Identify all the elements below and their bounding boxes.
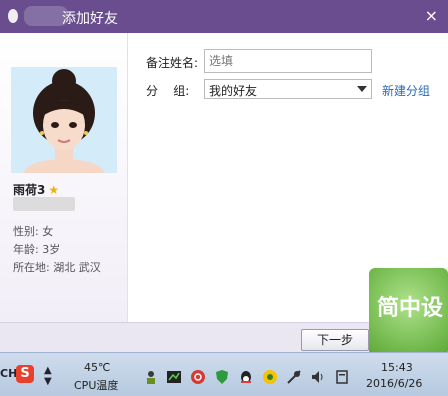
avatar: [11, 67, 117, 173]
watermark-text: 简中设: [376, 296, 443, 321]
remark-label: 备注姓名:: [146, 56, 199, 70]
cpu-temperature-label: CPU温度: [74, 379, 119, 392]
group-select[interactable]: 我的好友: [204, 79, 372, 99]
language-indicator[interactable]: CH: [0, 367, 17, 380]
taskbar: CH S ▲ ▼ 45℃ CPU温度 15:43 2016/6/26: [0, 352, 448, 396]
qq-penguin-icon: [8, 9, 18, 23]
tray-expand-icon[interactable]: ▲ ▼: [44, 365, 52, 387]
profile-gender: 性别: 女: [13, 225, 54, 238]
volume-icon[interactable]: [310, 369, 326, 385]
network-tray-icon[interactable]: [286, 369, 302, 385]
cpu-temperature: 45℃: [84, 361, 111, 374]
action-center-icon[interactable]: [334, 369, 350, 385]
title-bar: 添加好友 ×: [0, 0, 448, 33]
avatar-image: [11, 67, 117, 173]
new-group-link[interactable]: 新建分组: [382, 82, 430, 99]
remark-input[interactable]: [204, 49, 372, 73]
sogou-ime-icon[interactable]: S: [16, 365, 34, 383]
clock-date[interactable]: 2016/6/26: [366, 377, 422, 390]
monitor-tray-icon[interactable]: [166, 369, 182, 385]
clock-time[interactable]: 15:43: [381, 361, 413, 374]
group-select-value: 我的好友: [209, 84, 258, 98]
next-button[interactable]: 下一步: [301, 329, 369, 351]
window-title: 添加好友: [62, 11, 118, 27]
security-shield-icon[interactable]: [214, 369, 230, 385]
blurred-account: [13, 197, 75, 211]
profile-panel: 雨荷3 ★ 性别: 女 年龄: 3岁 所在地: 湖北 武汉: [0, 33, 128, 322]
close-icon[interactable]: ×: [425, 6, 438, 25]
user-tray-icon[interactable]: [143, 369, 159, 385]
app-tray-icon[interactable]: [262, 369, 278, 385]
profile-location: 所在地: 湖北 武汉: [13, 261, 101, 274]
chevron-down-icon[interactable]: [357, 86, 367, 92]
watermark-logo: 简中设: [369, 268, 448, 356]
qq-tray-icon[interactable]: [238, 369, 254, 385]
star-icon: ★: [48, 183, 60, 197]
profile-name-row: 雨荷3 ★: [13, 181, 59, 198]
profile-age: 年龄: 3岁: [13, 243, 61, 256]
netease-music-icon[interactable]: [190, 369, 206, 385]
group-label: 分 组:: [146, 84, 190, 98]
profile-name: 雨荷3: [13, 183, 46, 197]
